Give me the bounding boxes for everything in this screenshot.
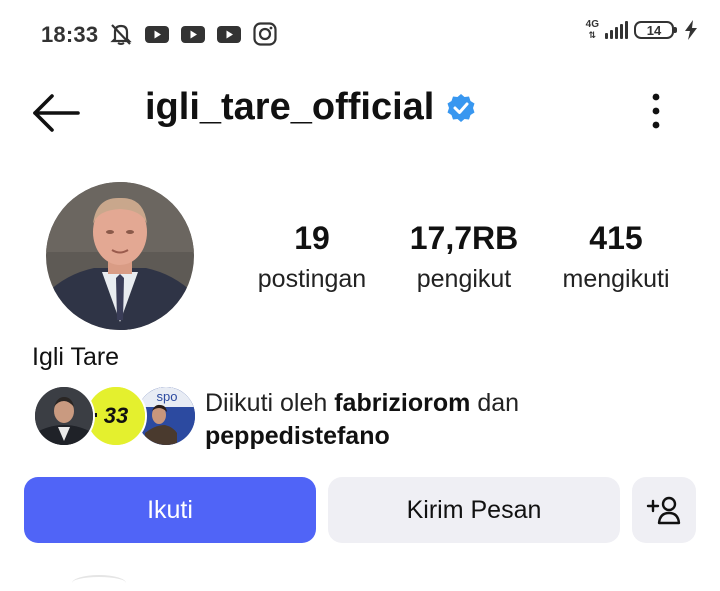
stat-following[interactable]: 415 mengikuti [552,218,680,296]
stat-posts-label: postingan [257,265,367,293]
arrow-left-icon [33,94,80,132]
story-highlight-peek [72,575,126,591]
stat-posts-value: 19 [294,220,330,256]
profile-avatar[interactable] [46,182,194,330]
avatar-photo [46,182,194,330]
charging-icon [685,20,697,40]
youtube-icon [181,26,205,43]
badge-text: 33 [104,403,128,428]
signal-icon [605,21,628,39]
instagram-icon [253,22,277,46]
add-person-icon [646,496,681,525]
badge-text-2: spo [157,389,178,404]
youtube-icon [217,26,241,43]
mutual-username-2[interactable]: peppedistefano [205,422,390,450]
network-indicator: 4G ⇅ [585,19,599,41]
stat-followers[interactable]: 17,7RB pengikut [400,218,528,296]
mutual-avatar [33,385,95,447]
mute-icon [110,24,132,45]
status-right: 4G ⇅ 14 [586,20,698,40]
profile-full-name: Igli Tare [32,343,120,371]
message-button[interactable]: Kirim Pesan [328,477,620,543]
followed-by-text[interactable]: Diikuti oleh fabriziorom dan peppedistef… [205,387,519,453]
stat-followers-label: pengikut [416,265,512,293]
stat-following-label: mengikuti [562,265,670,293]
more-vertical-icon [652,93,660,129]
network-type: 4G [585,19,599,30]
stat-following-value: 415 [589,220,643,256]
username: igli_tare_official [145,86,435,128]
battery-icon: 14 [634,21,677,39]
stat-posts[interactable]: 19 postingan [250,218,374,296]
followed-by-prefix: Diikuti oleh [205,389,328,417]
mutual-username-1[interactable]: fabriziorom [334,389,470,417]
follow-button[interactable]: Ikuti [24,477,316,543]
verified-badge-icon [447,93,475,122]
youtube-icon [145,26,169,43]
more-options-button[interactable] [640,92,672,130]
followed-by-conjunction: dan [477,389,520,417]
mutual-followers-avatars[interactable]: 33 spo [33,385,197,447]
battery-level: 14 [646,22,662,38]
back-button[interactable] [30,90,82,136]
stat-followers-value: 17,7RB [409,220,519,256]
status-time: 18:33 [41,22,99,47]
profile-username-header: igli_tare_official [145,86,476,129]
data-arrows-icon: ⇅ [588,30,597,40]
suggested-users-button[interactable] [632,477,696,543]
